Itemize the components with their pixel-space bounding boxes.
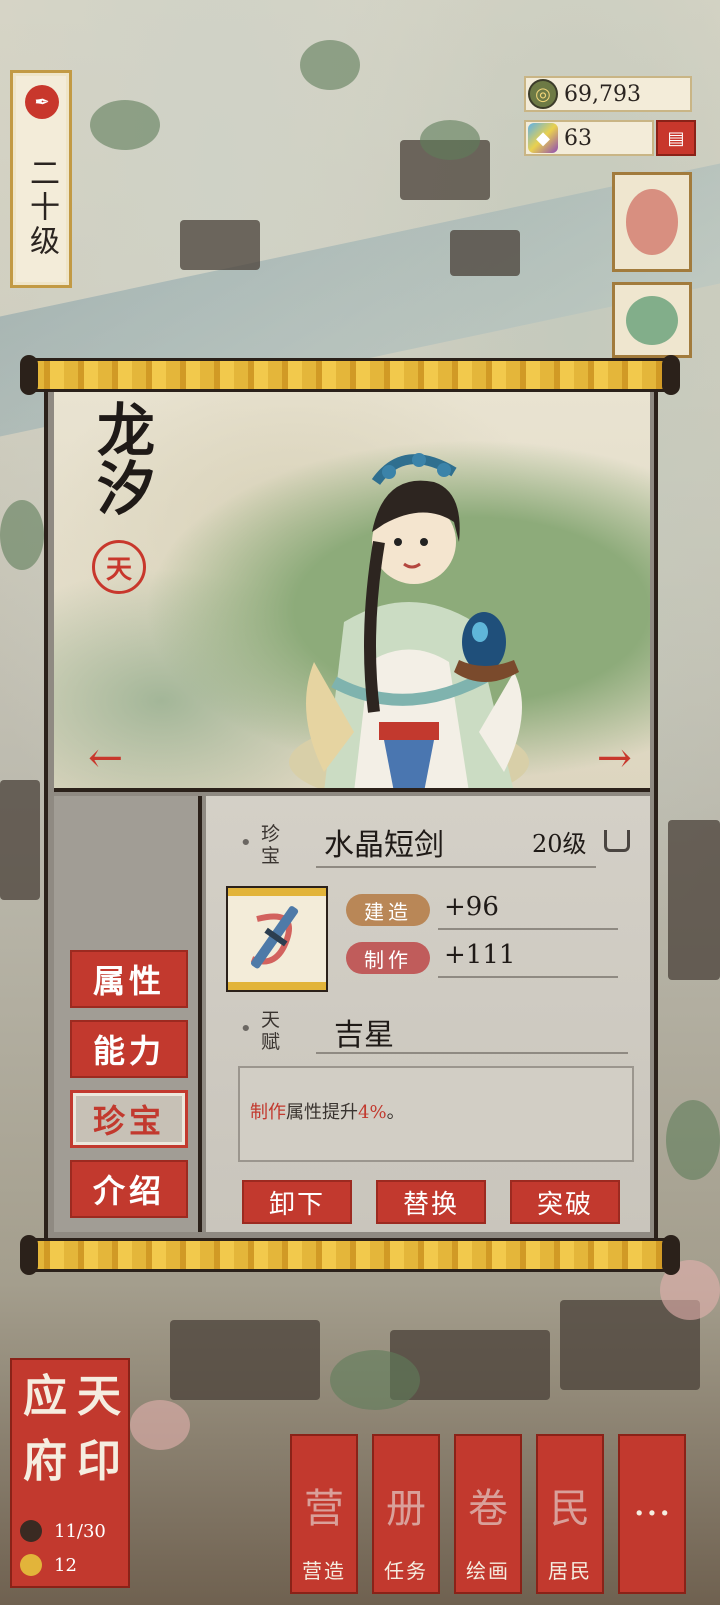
next-character-arrow[interactable]: → bbox=[597, 737, 632, 779]
treasure-details: ᭼ 珍 宝 水晶短剑 20级 建造 +96 制作 +111 ᭼ 天 赋 吉星 制… bbox=[206, 796, 650, 1232]
tree bbox=[300, 40, 360, 90]
building-roof bbox=[170, 1320, 320, 1400]
population-icon bbox=[20, 1520, 42, 1542]
player-level-tag[interactable]: ✒ 二十级 bbox=[10, 70, 72, 288]
character-name: 龙汐 bbox=[87, 400, 155, 516]
more-icon: ··· bbox=[632, 1491, 672, 1537]
tree bbox=[0, 500, 44, 570]
coin-icon: ◎ bbox=[528, 79, 558, 109]
city-name: 应 天 府 印 bbox=[23, 1371, 121, 1487]
gem-icon: ◆ bbox=[528, 123, 558, 153]
tab-abilities[interactable]: 能力 bbox=[70, 1020, 188, 1078]
building-roof bbox=[450, 230, 520, 276]
nav-more-button[interactable]: ··· bbox=[618, 1434, 686, 1594]
scroll-bottom-rod bbox=[20, 1235, 680, 1275]
divider bbox=[438, 928, 618, 930]
talent-name: 吉星 bbox=[334, 1018, 394, 1053]
breakthrough-button[interactable]: 突破 bbox=[510, 1180, 620, 1224]
player-level-text: 二十级 bbox=[24, 157, 59, 259]
tab-introduction[interactable]: 介绍 bbox=[70, 1160, 188, 1218]
character-seal: 天 bbox=[92, 540, 146, 594]
treasure-section-label: ᭼ 珍 宝 bbox=[236, 818, 282, 872]
cloud-icon: ᭼ bbox=[236, 1009, 256, 1044]
tree bbox=[330, 1350, 420, 1410]
nav-build-button[interactable]: 营 营造 bbox=[290, 1434, 358, 1594]
talent-section-label: ᭼ 天 赋 bbox=[236, 1004, 282, 1058]
quill-icon: ✒ bbox=[25, 85, 59, 119]
character-figure bbox=[289, 453, 529, 788]
prev-character-arrow[interactable]: ← bbox=[88, 737, 123, 779]
population-stat: 11/30 bbox=[20, 1520, 106, 1542]
tree bbox=[90, 100, 160, 150]
unequip-button[interactable]: 卸下 bbox=[242, 1180, 352, 1224]
shop-sign-board[interactable] bbox=[612, 282, 692, 358]
stat-tag-craft: 制作 bbox=[346, 942, 430, 974]
gem-counter[interactable]: ◆ 63 bbox=[524, 120, 654, 156]
replace-button[interactable]: 替换 bbox=[376, 1180, 486, 1224]
divider bbox=[316, 866, 596, 868]
city-second-stat: 12 bbox=[20, 1554, 77, 1576]
coin-counter[interactable]: ◎ 69,793 bbox=[524, 76, 692, 112]
crystal-dagger-icon bbox=[250, 906, 299, 969]
task-book-icon: 册 bbox=[386, 1486, 426, 1532]
divider bbox=[438, 976, 618, 978]
swap-icon[interactable] bbox=[604, 830, 630, 852]
cloud-icon: ᭼ bbox=[236, 823, 256, 858]
build-icon: 营 bbox=[304, 1486, 344, 1532]
tree bbox=[420, 120, 480, 160]
shop-icon[interactable]: ▤ bbox=[656, 120, 696, 156]
stat-value-craft: +111 bbox=[444, 940, 516, 970]
gem-value: 63 bbox=[564, 125, 592, 151]
building-roof bbox=[180, 220, 260, 270]
character-scroll-panel: 龙汐 天 ← → 属性 能力 珍宝 介绍 ᭼ 珍 宝 水晶短剑 20级 建造 +… bbox=[44, 392, 658, 1238]
building-roof bbox=[0, 780, 40, 900]
scroll-top-rod bbox=[20, 355, 680, 395]
coin-pouch-icon bbox=[20, 1554, 42, 1576]
tab-treasure[interactable]: 珍宝 bbox=[70, 1090, 188, 1148]
tab-attributes[interactable]: 属性 bbox=[70, 950, 188, 1008]
tab-column: 属性 能力 珍宝 介绍 bbox=[54, 796, 202, 1232]
divider bbox=[316, 1052, 628, 1054]
treasure-level: 20级 bbox=[532, 830, 587, 858]
character-portrait: 龙汐 天 ← → bbox=[54, 392, 650, 792]
resident-icon: 民 bbox=[550, 1486, 590, 1532]
blossom-tree bbox=[130, 1400, 190, 1450]
nav-painting-button[interactable]: 卷 绘画 bbox=[454, 1434, 522, 1594]
city-seal-panel[interactable]: 应 天 府 印 11/30 12 bbox=[10, 1358, 130, 1588]
treasure-image[interactable] bbox=[226, 886, 328, 992]
nav-residents-button[interactable]: 民 居民 bbox=[536, 1434, 604, 1594]
tree bbox=[666, 1100, 720, 1180]
stat-value-build: +96 bbox=[444, 892, 499, 922]
painting-scroll-icon: 卷 bbox=[468, 1486, 508, 1532]
shop-sign-board[interactable] bbox=[612, 172, 692, 272]
nav-task-button[interactable]: 册 任务 bbox=[372, 1434, 440, 1594]
talent-description: 制作属性提升4%。 bbox=[238, 1066, 634, 1162]
treasure-name: 水晶短剑 bbox=[324, 828, 444, 863]
stat-tag-build: 建造 bbox=[346, 894, 430, 926]
building-roof bbox=[668, 820, 720, 980]
coin-value: 69,793 bbox=[564, 81, 641, 107]
